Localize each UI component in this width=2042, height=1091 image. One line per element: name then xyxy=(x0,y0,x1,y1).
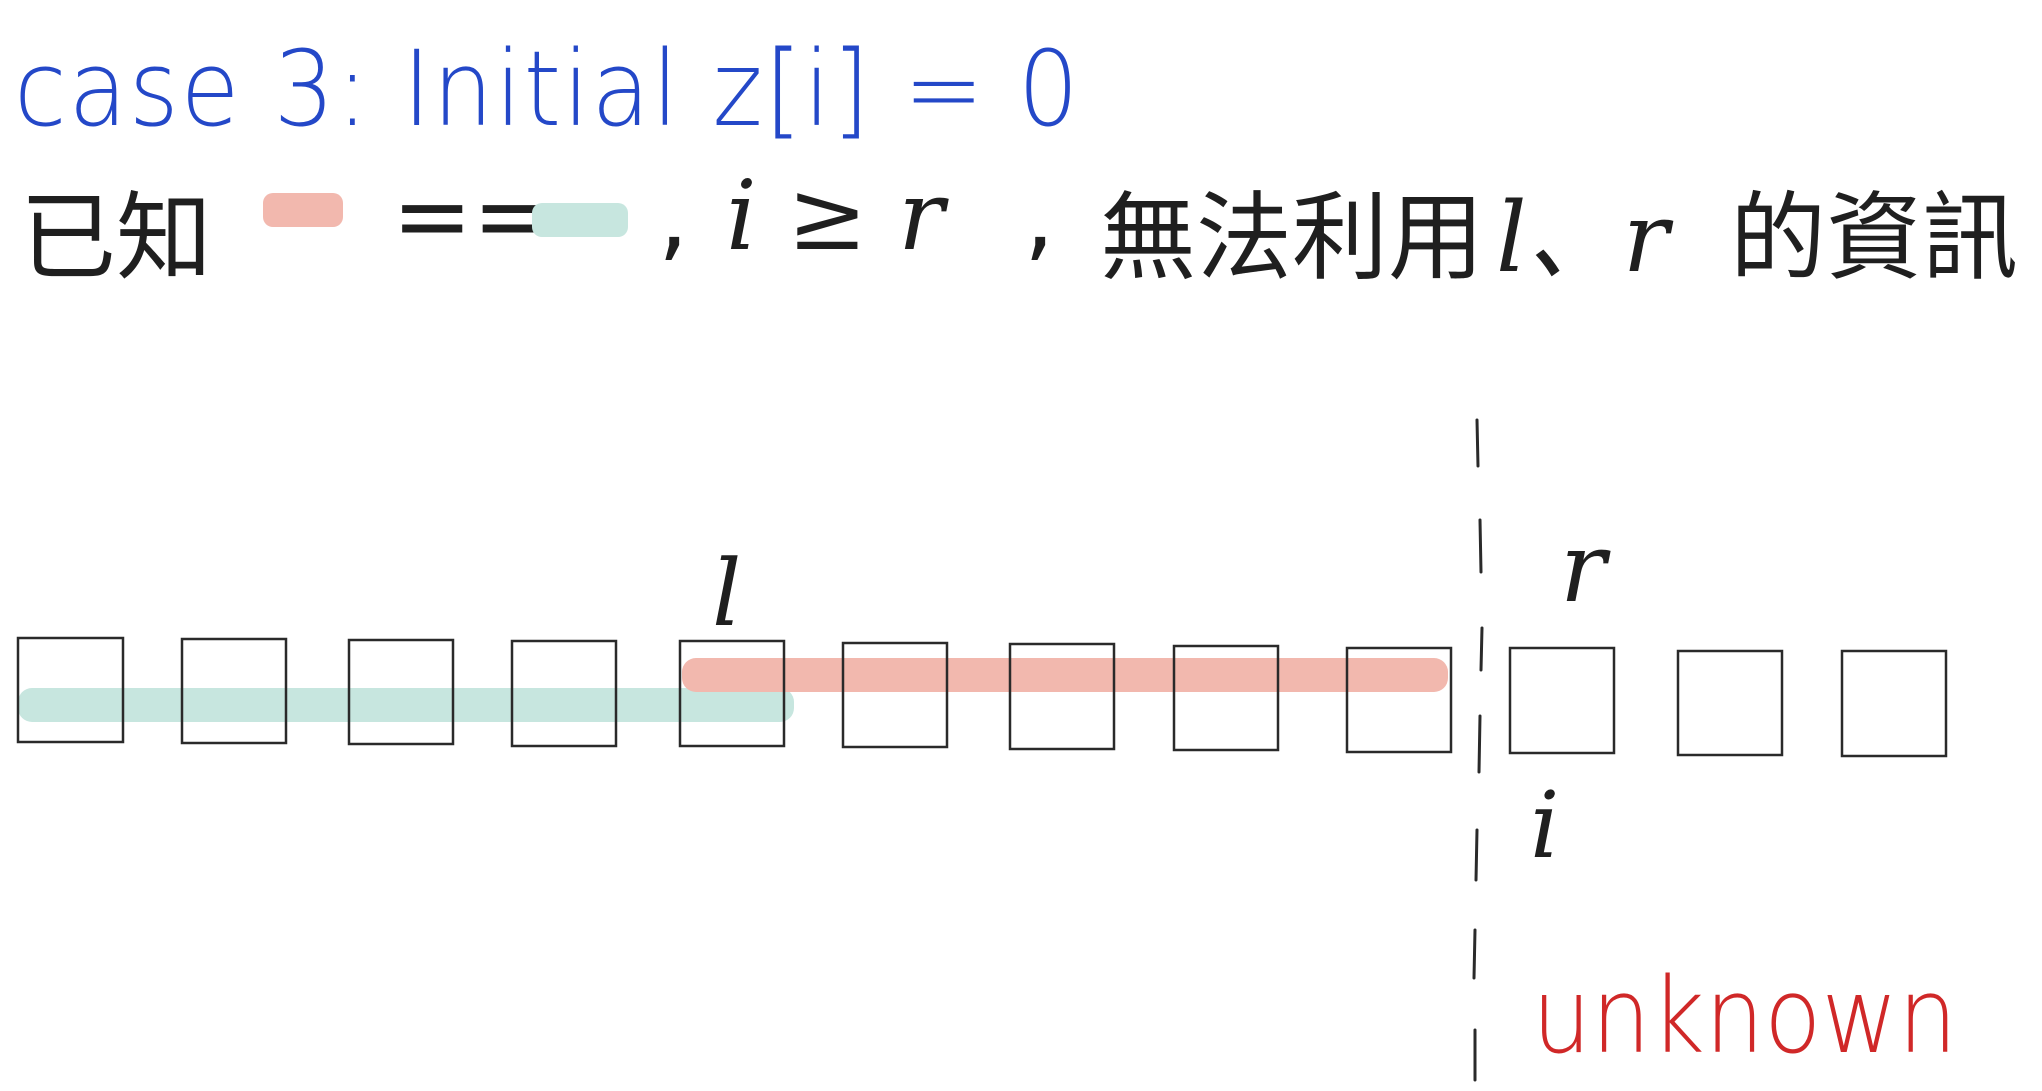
cell-10 xyxy=(1676,649,1784,757)
label-l: l xyxy=(712,540,742,647)
teal-band xyxy=(18,688,794,722)
label-r: r xyxy=(1560,512,1606,624)
diagram-canvas xyxy=(16,418,1948,1082)
dashed-divider xyxy=(1472,418,1484,1082)
cell-11 xyxy=(1840,649,1948,758)
cell-9 xyxy=(1508,646,1616,755)
label-i: i xyxy=(1530,772,1560,879)
unknown-label: unknown xyxy=(1532,955,1958,1077)
red-band xyxy=(682,658,1448,692)
